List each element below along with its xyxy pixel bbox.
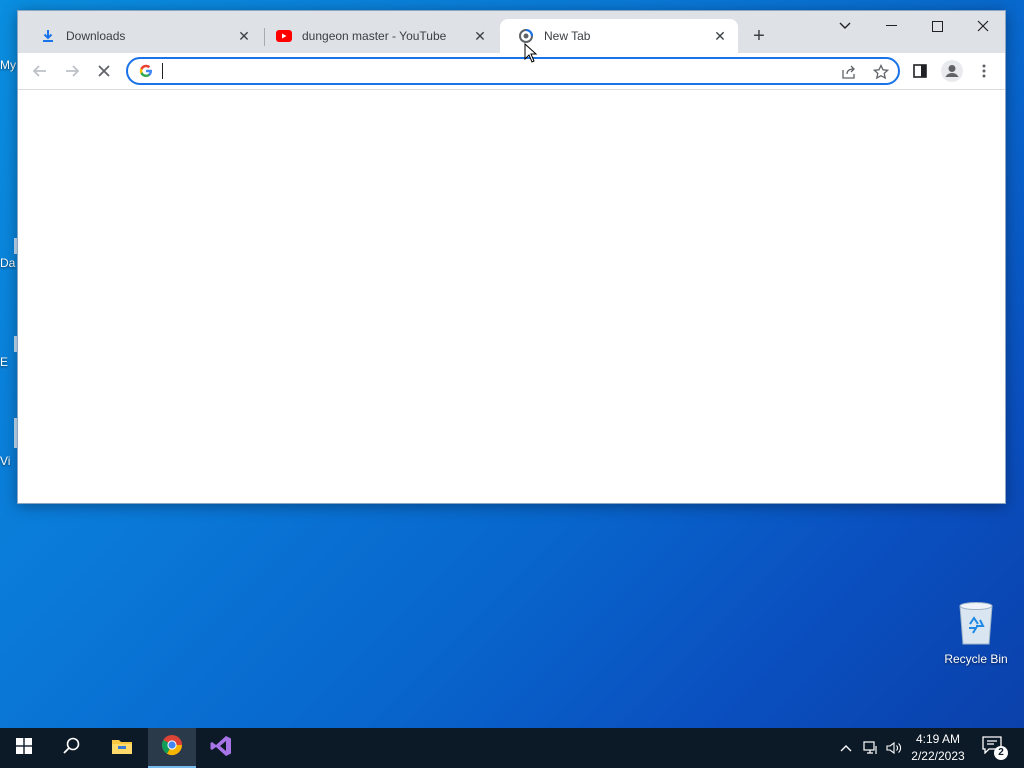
tab-youtube[interactable]: dungeon master - YouTube ✕ (258, 19, 498, 53)
browser-window: Downloads ✕ dungeon master - YouTube ✕ N… (17, 10, 1006, 504)
text-caret (162, 63, 163, 79)
chevron-up-icon[interactable] (836, 738, 856, 758)
recycle-bin[interactable]: Recycle Bin (940, 600, 1012, 666)
address-bar[interactable] (126, 57, 900, 85)
mouse-cursor-icon (524, 42, 538, 63)
address-input[interactable] (162, 61, 802, 81)
search-icon (63, 737, 81, 760)
folder-icon (111, 737, 133, 760)
windows-icon (16, 737, 32, 759)
browser-toolbar (18, 53, 1005, 90)
desktop-icon-label: Da (0, 256, 16, 270)
recycle-bin-label: Recycle Bin (944, 652, 1008, 666)
more-menu-icon[interactable] (970, 57, 998, 85)
volume-icon[interactable] (884, 738, 904, 758)
share-icon[interactable] (838, 61, 860, 83)
start-button[interactable] (0, 728, 48, 768)
close-icon[interactable] (960, 11, 1006, 41)
clock-date: 2/22/2023 (911, 749, 965, 763)
tab-downloads[interactable]: Downloads ✕ (22, 19, 262, 53)
close-icon[interactable]: ✕ (712, 28, 728, 44)
back-arrow-icon[interactable] (26, 57, 54, 85)
forward-arrow-icon[interactable] (58, 57, 86, 85)
new-tab-button[interactable]: + (748, 25, 770, 47)
tab-title: Downloads (66, 29, 126, 43)
tab-title: New Tab (544, 29, 591, 43)
clock-time: 4:19 AM (915, 732, 961, 746)
notification-center-button[interactable]: 2 (982, 736, 1008, 760)
close-icon[interactable]: ✕ (236, 28, 252, 44)
visual-studio-button[interactable] (197, 728, 245, 768)
taskbar: 4:19 AM 2/22/2023 2 (0, 728, 1024, 768)
chrome-icon (161, 734, 183, 761)
download-icon (40, 28, 56, 44)
desktop-icon-label: My (0, 58, 16, 72)
minimize-icon[interactable] (868, 11, 914, 41)
stop-loading-icon[interactable] (90, 57, 118, 85)
chrome-loading-icon (518, 28, 534, 44)
visual-studio-icon (210, 735, 232, 762)
system-clock[interactable]: 4:19 AM 2/22/2023 (904, 731, 972, 765)
maximize-icon[interactable] (914, 11, 960, 41)
bookmark-star-icon[interactable] (870, 61, 892, 83)
close-icon[interactable]: ✕ (472, 28, 488, 44)
page-content (18, 91, 1005, 503)
file-explorer-button[interactable] (98, 728, 146, 768)
recycle-bin-icon (956, 600, 996, 646)
chrome-taskbar-button[interactable] (148, 728, 196, 768)
tab-title: dungeon master - YouTube (302, 29, 447, 43)
notification-count-badge: 2 (994, 746, 1008, 760)
side-panel-icon[interactable] (906, 57, 934, 85)
tab-strip: Downloads ✕ dungeon master - YouTube ✕ N… (18, 11, 1005, 53)
google-icon (138, 63, 154, 79)
network-icon[interactable] (861, 738, 881, 758)
desktop-icon-label: E (0, 355, 9, 369)
youtube-icon (276, 28, 292, 44)
desktop-icon-label: Vi (0, 454, 11, 468)
search-button[interactable] (48, 728, 96, 768)
tab-search-icon[interactable] (822, 11, 868, 41)
profile-avatar-icon[interactable] (938, 57, 966, 85)
